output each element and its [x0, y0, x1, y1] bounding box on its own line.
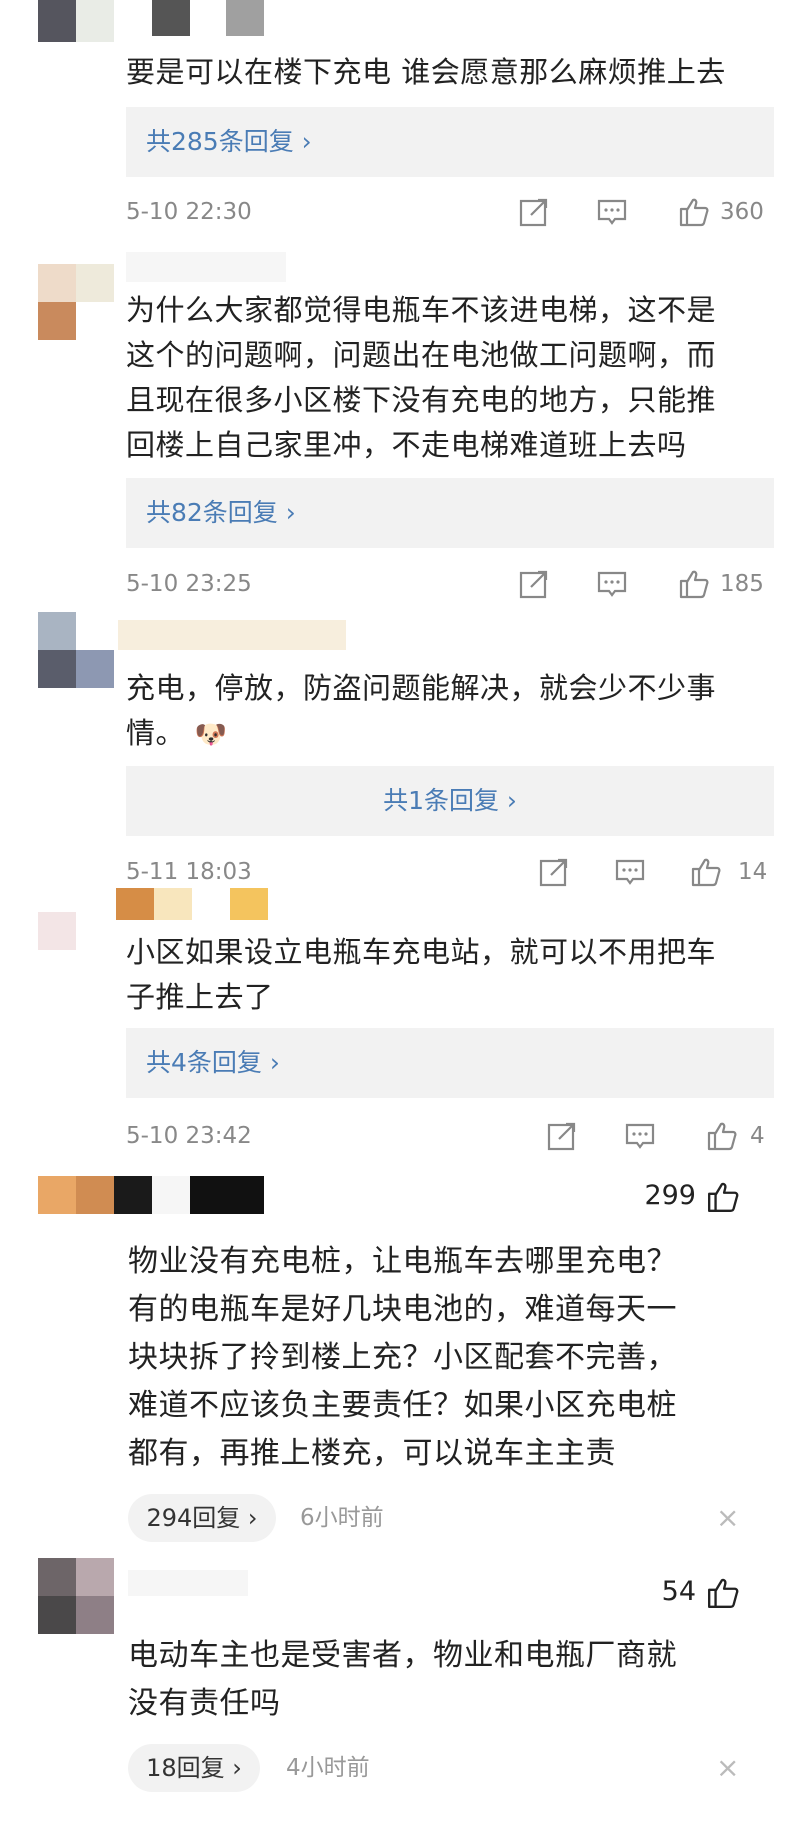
- comment-line: 电动车主也是受害者，物业和电瓶厂商就: [128, 1638, 677, 1673]
- share-icon[interactable]: [538, 856, 570, 888]
- comment-meta: 5-10 23:25 185: [126, 564, 776, 604]
- comment-date: 5-10 22:30: [126, 199, 252, 225]
- reply-pill-button[interactable]: 18回复 ›: [128, 1744, 260, 1792]
- reply-pill-button[interactable]: 294回复 ›: [128, 1494, 276, 1542]
- like-group[interactable]: 54: [600, 1572, 740, 1612]
- comment-text: 充电，停放，防盗问题能解决，就会少不少事 情。 🐶: [126, 666, 716, 758]
- time-ago: 4小时前: [286, 1755, 370, 1781]
- like-count: 360: [720, 199, 764, 225]
- reply-count-button[interactable]: 共82条回复 ›: [126, 478, 774, 548]
- like-count: 54: [661, 1576, 696, 1607]
- like-icon[interactable]: [706, 1120, 738, 1152]
- avatar[interactable]: [38, 612, 114, 688]
- comment-meta: 5-10 23:42 4: [126, 1116, 776, 1156]
- like-icon[interactable]: [678, 568, 710, 600]
- like-icon[interactable]: [678, 196, 710, 228]
- like-count: 4: [750, 1123, 765, 1149]
- like-count: 299: [644, 1180, 696, 1211]
- like-icon[interactable]: [706, 1576, 740, 1610]
- comment-icon[interactable]: [596, 568, 628, 600]
- comment-line: 块块拆了拎到楼上充？小区配套不完善，: [128, 1340, 677, 1375]
- comment-line-text: 情。: [126, 716, 186, 750]
- comment-line: 都有，再推上楼充，可以说车主主责: [128, 1436, 616, 1471]
- comment-date: 5-10 23:25: [126, 571, 252, 597]
- like-icon[interactable]: [690, 856, 722, 888]
- username-blurred[interactable]: [128, 1570, 248, 1596]
- doge-emoji-icon: 🐶: [194, 720, 228, 750]
- comment-text: 物业没有充电桩，让电瓶车去哪里充电？ 有的电瓶车是好几块电池的，难道每天一 块块…: [128, 1238, 677, 1478]
- close-icon[interactable]: ×: [716, 1744, 739, 1792]
- time-ago: 6小时前: [300, 1505, 384, 1531]
- comment-text: 要是可以在楼下充电 谁会愿意那么麻烦推上去: [126, 50, 726, 95]
- comment-text: 电动车主也是受害者，物业和电瓶厂商就 没有责任吗: [128, 1632, 677, 1728]
- like-count: 14: [738, 859, 768, 885]
- comment-line: 没有责任吗: [128, 1686, 281, 1721]
- username-blurred[interactable]: [118, 620, 346, 650]
- reply-count-label: 共285条回复 ›: [146, 127, 312, 156]
- reply-count-label: 共1条回复 ›: [383, 786, 517, 815]
- comment-text: 小区如果设立电瓶车充电站，就可以不用把车 子推上去了: [126, 930, 716, 1020]
- avatar[interactable]: [38, 912, 76, 950]
- like-count: 185: [720, 571, 764, 597]
- share-icon[interactable]: [546, 1120, 578, 1152]
- avatar[interactable]: [38, 1558, 114, 1634]
- comment-line: 要是可以在楼下充电 谁会愿意那么麻烦推上去: [126, 55, 726, 89]
- like-icon[interactable]: [706, 1180, 740, 1214]
- username-blurred[interactable]: [116, 888, 268, 920]
- comment-line: 情。 🐶: [126, 711, 716, 758]
- comment-icon[interactable]: [614, 856, 646, 888]
- share-icon[interactable]: [518, 568, 550, 600]
- comment-meta: 5-11 18:03 14: [126, 852, 776, 892]
- username-blurred[interactable]: [126, 252, 286, 282]
- reply-count-label: 共82条回复 ›: [146, 498, 296, 527]
- comment-icon[interactable]: [624, 1120, 656, 1152]
- reply-count-button[interactable]: 共4条回复 ›: [126, 1028, 774, 1098]
- reply-pill-label: 18回复 ›: [146, 1754, 242, 1782]
- comment-line: 子推上去了: [126, 980, 274, 1014]
- close-icon[interactable]: ×: [716, 1494, 739, 1542]
- comment-date: 5-11 18:03: [126, 859, 252, 885]
- reply-count-button[interactable]: 共285条回复 ›: [126, 107, 774, 177]
- comment-line: 有的电瓶车是好几块电池的，难道每天一: [128, 1292, 677, 1327]
- reply-pill-label: 294回复 ›: [146, 1504, 258, 1532]
- username-blurred[interactable]: [152, 0, 264, 36]
- avatar[interactable]: [38, 0, 114, 42]
- username-blurred[interactable]: [38, 1176, 264, 1214]
- avatar[interactable]: [38, 264, 114, 340]
- comment-line: 小区如果设立电瓶车充电站，就可以不用把车: [126, 935, 717, 969]
- comment-meta: 5-10 22:30 360: [126, 192, 776, 232]
- comment-line: 充电，停放，防盗问题能解决，就会少不少事: [126, 671, 717, 705]
- comment-line: 为什么大家都觉得电瓶车不该进电梯，这不是: [126, 293, 717, 327]
- like-group[interactable]: 299: [600, 1176, 740, 1216]
- share-icon[interactable]: [518, 196, 550, 228]
- comment-line: 回楼上自己家里冲，不走电梯难道班上去吗: [126, 428, 687, 462]
- reply-count-label: 共4条回复 ›: [146, 1048, 280, 1077]
- comment-date: 5-10 23:42: [126, 1123, 252, 1149]
- reply-count-button[interactable]: 共1条回复 ›: [126, 766, 774, 836]
- comment-line: 物业没有充电桩，让电瓶车去哪里充电？: [128, 1244, 677, 1279]
- comment-line: 难道不应该负主要责任？如果小区充电桩: [128, 1388, 677, 1423]
- comment-line: 且现在很多小区楼下没有充电的地方，只能推: [126, 383, 717, 417]
- comment-line: 这个的问题啊，问题出在电池做工问题啊，而: [126, 338, 717, 372]
- comment-text: 为什么大家都觉得电瓶车不该进电梯，这不是 这个的问题啊，问题出在电池做工问题啊，…: [126, 288, 716, 468]
- comment-icon[interactable]: [596, 196, 628, 228]
